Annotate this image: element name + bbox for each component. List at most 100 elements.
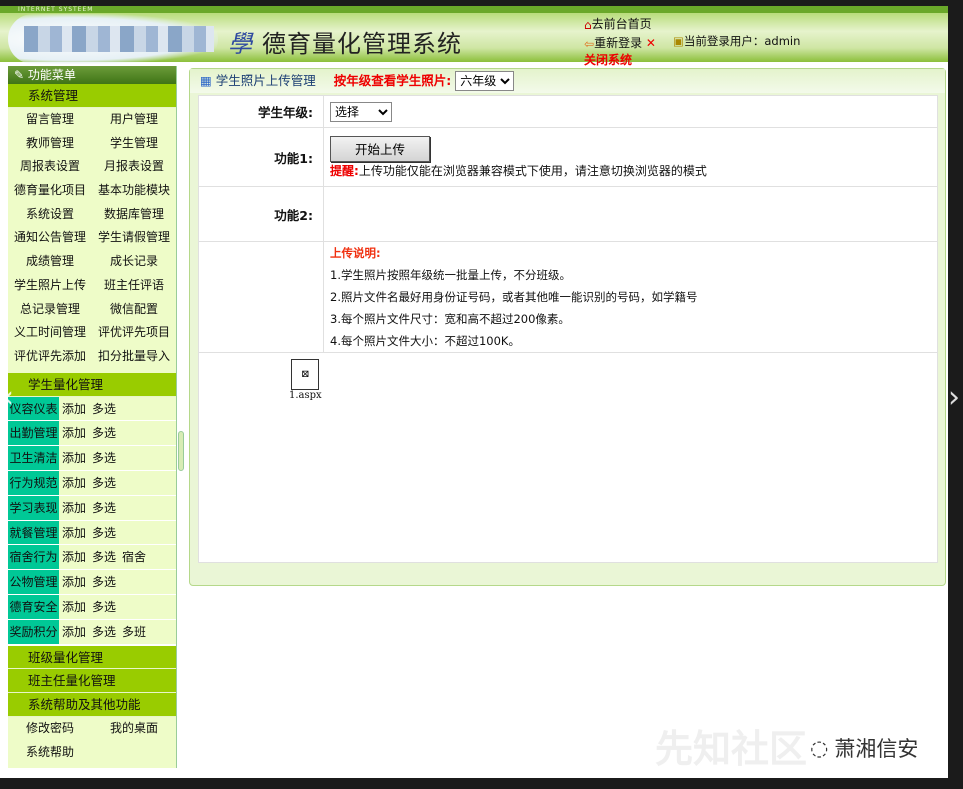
quant-item-name[interactable]: 奖励积分 [8, 620, 59, 644]
notes-label-cell [199, 242, 324, 353]
help-menu: 修改密码我的桌面系统帮助 [8, 717, 176, 765]
func1-label: 功能1: [199, 128, 324, 187]
menu-item[interactable]: 用户管理 [92, 108, 176, 132]
quant-action-link[interactable]: 多选 [92, 501, 116, 515]
menu-item[interactable]: 义工时间管理 [8, 321, 92, 345]
quant-action-link[interactable]: 多选 [92, 550, 116, 564]
quant-action-link[interactable]: 多选 [92, 476, 116, 490]
quant-action-link[interactable]: 添加 [62, 600, 86, 614]
edit-icon: ✎ [14, 68, 24, 82]
quant-action-link[interactable]: 添加 [62, 575, 86, 589]
quant-item-name[interactable]: 学习表现 [8, 496, 59, 520]
quant-action-link[interactable]: 宿舍 [122, 550, 146, 564]
quant-row: 行为规范添加多选 [8, 471, 176, 496]
quant-action-link[interactable]: 多选 [92, 402, 116, 416]
menu-item[interactable]: 学生管理 [92, 132, 176, 156]
watermark-text: 先知社区 [655, 718, 807, 773]
menu-item[interactable]: 教师管理 [8, 132, 92, 156]
quant-action-link[interactable]: 多选 [92, 426, 116, 440]
quant-action-link[interactable]: 添加 [62, 501, 86, 515]
menu-item[interactable]: 评优评先添加 [8, 345, 92, 369]
grade-select[interactable]: 选择 [330, 102, 392, 122]
note-item: 3.每个照片文件尺寸：宽和高不超过200像素。 [330, 308, 937, 330]
menu-item[interactable]: 基本功能模块 [92, 179, 176, 203]
quant-action-link[interactable]: 多选 [92, 625, 116, 639]
home-link[interactable]: ⌂去前台首页 [584, 15, 652, 32]
wechat-icon: ◌ [810, 736, 828, 760]
menu-item[interactable]: 月报表设置 [92, 155, 176, 179]
quant-action-link[interactable]: 添加 [62, 550, 86, 564]
logo-mark: 學 [228, 24, 252, 59]
quant-action-link[interactable]: 多选 [92, 451, 116, 465]
header-tagline: INTERNET SYSTEEM [0, 6, 948, 13]
quant-action-link[interactable]: 多选 [92, 526, 116, 540]
menu-item[interactable]: 德育量化项目 [8, 179, 92, 203]
menu-item[interactable]: 总记录管理 [8, 298, 92, 322]
section-teacher-quant[interactable]: 班主任量化管理 [8, 669, 176, 693]
quant-row: 学习表现添加多选 [8, 496, 176, 521]
menu-item[interactable]: 成绩管理 [8, 250, 92, 274]
close-system-link[interactable]: 关闭系统 [584, 51, 632, 68]
section-student-quant[interactable]: 学生量化管理 [8, 373, 176, 397]
tip-label: 提醒: [330, 164, 359, 178]
quant-item-name[interactable]: 卫生清洁 [8, 446, 59, 470]
quant-actions: 添加多选宿舍 [59, 545, 152, 569]
relogin-label: 重新登录 [594, 36, 642, 50]
quant-item-name[interactable]: 公物管理 [8, 570, 59, 594]
quant-item-name[interactable]: 仪容仪表 [8, 397, 59, 421]
quant-action-link[interactable]: 添加 [62, 402, 86, 416]
section-system[interactable]: 系统管理 [8, 84, 176, 108]
sidebar-splitter[interactable] [178, 431, 184, 471]
quant-action-link[interactable]: 多选 [92, 575, 116, 589]
start-upload-button[interactable]: 开始上传 [330, 136, 430, 162]
menu-item[interactable]: 评优评先项目 [92, 321, 176, 345]
quant-item-name[interactable]: 出勤管理 [8, 421, 59, 445]
quant-row: 出勤管理添加多选 [8, 421, 176, 446]
menu-item[interactable]: 通知公告管理 [8, 226, 92, 250]
watermark-brand: ◌萧湘信安 [810, 733, 918, 763]
menu-item[interactable]: 班主任评语 [92, 274, 176, 298]
menu-item[interactable]: 系统设置 [8, 203, 92, 227]
menu-item[interactable]: 学生请假管理 [92, 226, 176, 250]
menu-item[interactable]: 数据库管理 [92, 203, 176, 227]
quant-action-link[interactable]: 添加 [62, 476, 86, 490]
next-arrow-icon[interactable]: › [948, 380, 960, 415]
school-logo-blurred [24, 26, 214, 52]
section-help[interactable]: 系统帮助及其他功能 [8, 693, 176, 717]
system-title: 德育量化管理系统 [262, 24, 462, 59]
quant-actions: 添加多选 [59, 521, 122, 545]
func2-label: 功能2: [199, 187, 324, 242]
quant-actions: 添加多选 [59, 570, 122, 594]
menu-item[interactable]: 微信配置 [92, 298, 176, 322]
quant-item-name[interactable]: 行为规范 [8, 471, 59, 495]
help-menu-item[interactable]: 系统帮助 [8, 741, 92, 765]
help-menu-item[interactable]: 我的桌面 [92, 717, 176, 741]
quant-item-name[interactable]: 德育安全 [8, 595, 59, 619]
section-class-quant[interactable]: 班级量化管理 [8, 645, 176, 669]
sidebar: ✎ 功能菜单 系统管理 留言管理用户管理教师管理学生管理周报表设置月报表设置德育… [8, 66, 177, 768]
menu-item[interactable]: 扣分批量导入 [92, 345, 176, 369]
quant-row: 卫生清洁添加多选 [8, 446, 176, 471]
quant-actions: 添加多选 [59, 421, 122, 445]
quant-action-link[interactable]: 多选 [92, 600, 116, 614]
menu-item[interactable]: 留言管理 [8, 108, 92, 132]
menu-item[interactable]: 周报表设置 [8, 155, 92, 179]
quant-action-link[interactable]: 添加 [62, 625, 86, 639]
watermark-brand-label: 萧湘信安 [834, 733, 918, 763]
quant-action-link[interactable]: 添加 [62, 451, 86, 465]
home-link-label: 去前台首页 [592, 17, 652, 31]
help-menu-item[interactable]: 修改密码 [8, 717, 92, 741]
quant-action-link[interactable]: 添加 [62, 526, 86, 540]
relogin-link[interactable]: ⇦重新登录 ✕ [584, 34, 656, 51]
grade-filter-select[interactable]: 六年级 [455, 71, 514, 91]
quant-action-link[interactable]: 多班 [122, 625, 146, 639]
note-item: 2.照片文件名最好用身份证号码，或者其他唯一能识别的号码，如学籍号 [330, 286, 937, 308]
quant-action-link[interactable]: 添加 [62, 426, 86, 440]
menu-item[interactable]: 成长记录 [92, 250, 176, 274]
menu-item[interactable]: 学生照片上传 [8, 274, 92, 298]
quant-item-name[interactable]: 宿舍行为 [8, 545, 59, 569]
note-item: 4.每个照片文件大小：不超过100K。 [330, 330, 937, 352]
prev-arrow-icon[interactable]: ‹ [2, 380, 14, 415]
broken-image[interactable]: ⊠1.aspx [289, 359, 322, 401]
quant-item-name[interactable]: 就餐管理 [8, 521, 59, 545]
